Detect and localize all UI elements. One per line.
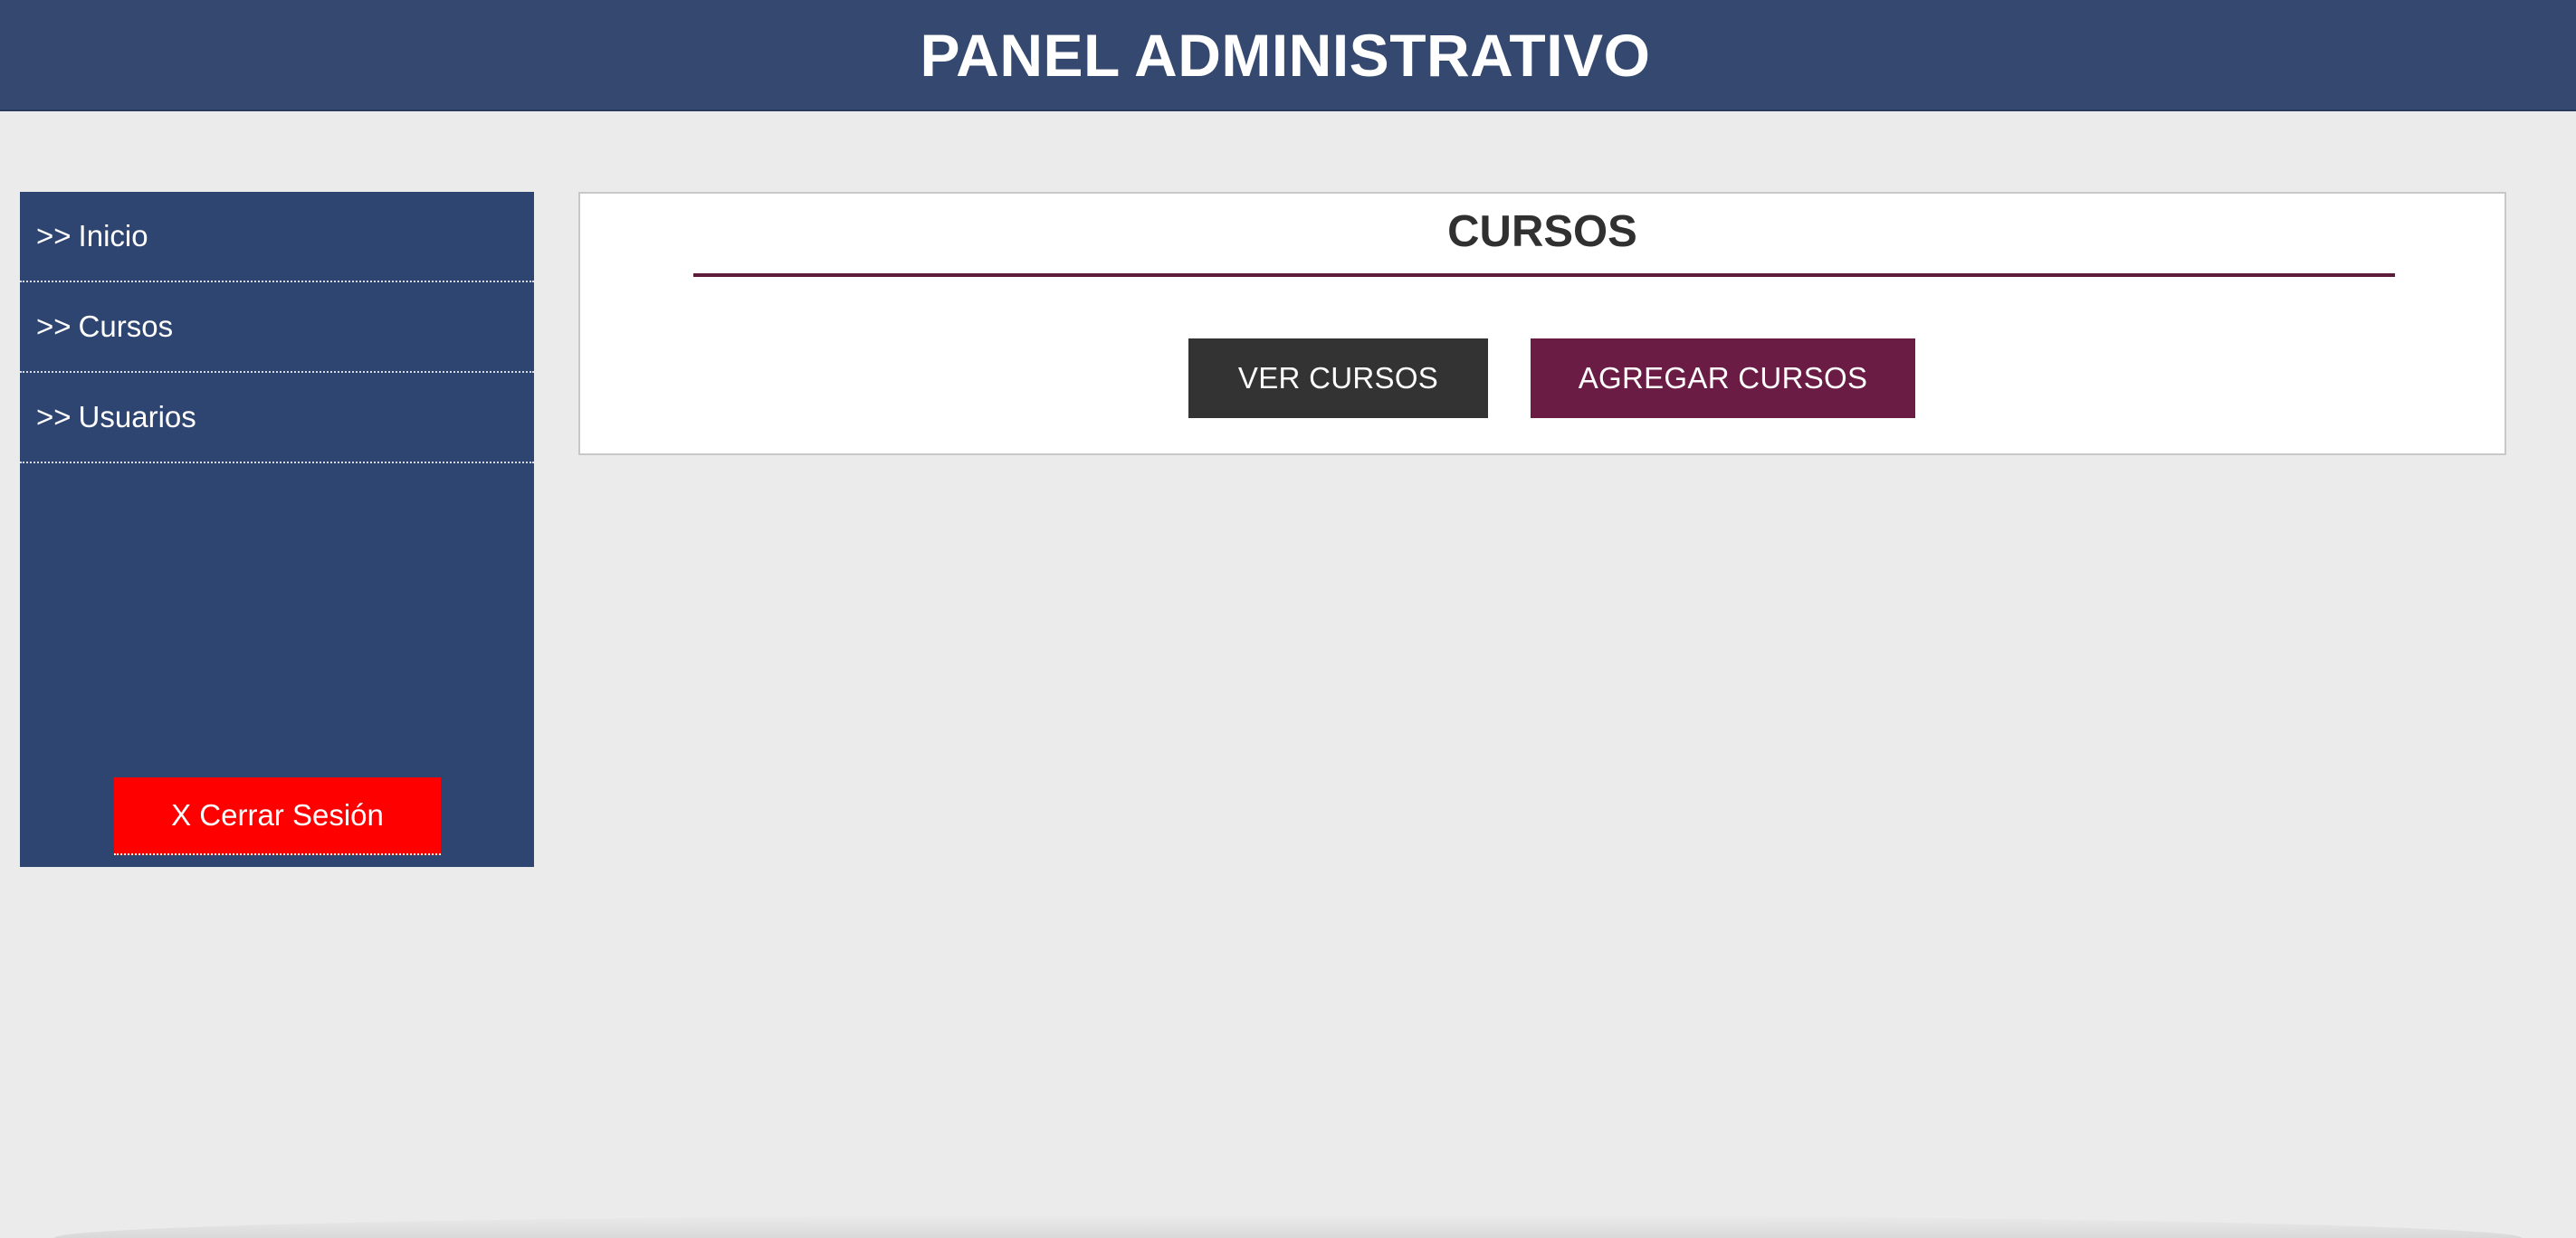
nav-arrow-icon: >> [36, 219, 72, 252]
top-header: PANEL ADMINISTRATIVO [0, 0, 2576, 111]
courses-panel: CURSOS VER CURSOS AGREGAR CURSOS [578, 192, 2506, 455]
sidebar-item-label: Usuarios [78, 400, 196, 433]
nav-arrow-icon: >> [36, 400, 72, 433]
bottom-shadow [54, 1214, 2522, 1238]
page-title: PANEL ADMINISTRATIVO [920, 21, 1651, 89]
add-courses-button[interactable]: AGREGAR CURSOS [1531, 338, 1915, 418]
section-title: CURSOS [1447, 207, 1637, 256]
sidebar-item-inicio[interactable]: >> Inicio [20, 192, 534, 282]
title-divider [693, 273, 2395, 277]
nav-arrow-icon: >> [36, 310, 72, 343]
sidebar-item-cursos[interactable]: >> Cursos [20, 282, 534, 373]
sidebar-item-usuarios[interactable]: >> Usuarios [20, 373, 534, 463]
sidebar: >> Inicio >> Cursos >> Usuarios X Cerrar… [20, 192, 534, 867]
sidebar-item-label: Inicio [78, 219, 148, 252]
sidebar-item-label: Cursos [78, 310, 174, 343]
logout-button[interactable]: X Cerrar Sesión [114, 777, 441, 855]
view-courses-button[interactable]: VER CURSOS [1188, 338, 1488, 418]
